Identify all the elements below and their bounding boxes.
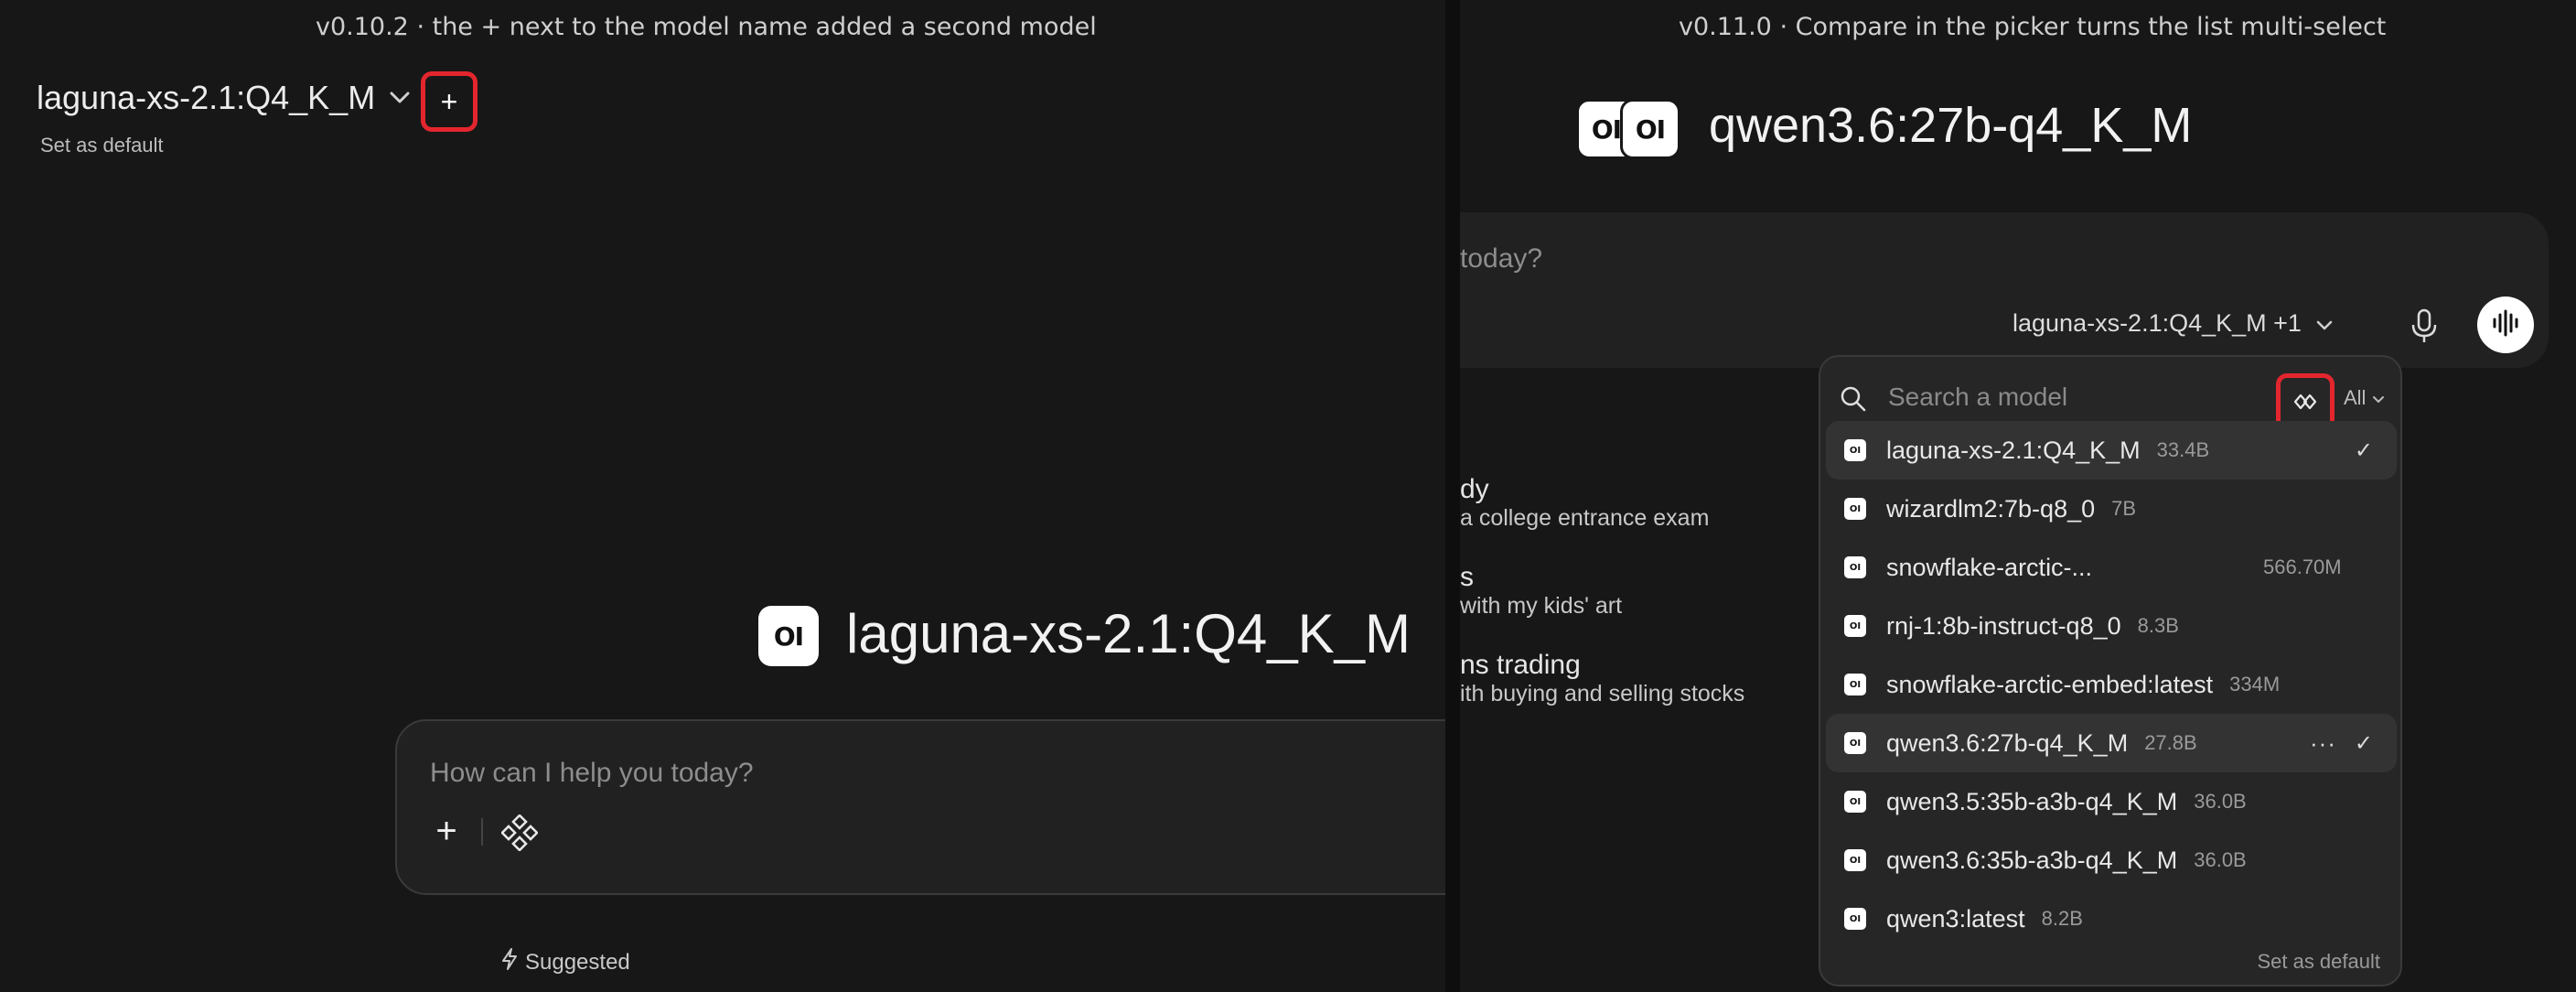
model-name: qwen3.5:35b-a3b-q4_K_M bbox=[1886, 787, 2178, 815]
suggestion-title: dy bbox=[1460, 474, 1489, 504]
lightning-icon bbox=[501, 948, 518, 976]
model-logo-icon: OI bbox=[1844, 908, 1866, 930]
right-caption: v0.11.0 · Compare in the picker turns th… bbox=[1679, 13, 2387, 41]
attach-plus-button[interactable]: + bbox=[428, 813, 465, 849]
waveform-icon bbox=[2491, 309, 2520, 341]
set-as-default-link[interactable]: Set as default bbox=[40, 134, 164, 157]
model-name: qwen3:latest bbox=[1886, 904, 2025, 933]
model-list-item[interactable]: OI qwen3.5:35b-a3b-q4_K_M 36.0B bbox=[1826, 772, 2397, 831]
model-list-item[interactable]: OI wizardlm2:7b-q8_0 7B bbox=[1826, 480, 2397, 538]
model-name: rnj-1:8b-instruct-q8_0 bbox=[1886, 611, 2121, 640]
model-name: laguna-xs-2.1:Q4_K_M bbox=[1886, 436, 2141, 464]
suggestion-subtitle: ith buying and selling stocks bbox=[1460, 681, 1745, 706]
model-logo-icon: OI bbox=[1844, 849, 1866, 871]
model-picker-label: laguna-xs-2.1:Q4_K_M +1 bbox=[2012, 309, 2302, 337]
model-size: 8.2B bbox=[2041, 907, 2083, 930]
model-list-item[interactable]: OI qwen3.6:27b-q4_K_M 27.8B ··· ✓ bbox=[1826, 714, 2397, 772]
model-size: 33.4B bbox=[2156, 438, 2210, 461]
suggestion-item[interactable]: ns trading ith buying and selling stocks bbox=[1460, 650, 1744, 707]
model-logo-icon: OI bbox=[1844, 556, 1866, 578]
more-options-icon[interactable]: ··· bbox=[2310, 729, 2336, 758]
model-name: snowflake-arctic-embed:latest bbox=[1886, 670, 2214, 698]
chevron-down-icon bbox=[2372, 386, 2385, 409]
suggestion-item[interactable]: s with my kids' art bbox=[1460, 562, 1622, 620]
suggestion-subtitle: with my kids' art bbox=[1460, 593, 1623, 619]
model-selector-label: laguna-xs-2.1:Q4_K_M bbox=[37, 79, 376, 116]
filter-label: All bbox=[2344, 386, 2367, 409]
model-logo-icon: OI bbox=[1844, 674, 1866, 695]
model-name: snowflake-arctic-... bbox=[1886, 553, 2093, 581]
model-size: 7B bbox=[2111, 497, 2137, 520]
chevron-down-icon bbox=[2316, 309, 2333, 338]
model-search[interactable]: Search a model All bbox=[1839, 373, 2388, 434]
model-logo-icon: OI bbox=[1620, 99, 1680, 159]
microphone-icon[interactable] bbox=[2408, 307, 2441, 344]
model-name: qwen3.6:35b-a3b-q4_K_M bbox=[1886, 846, 2178, 874]
model-picker-button[interactable]: laguna-xs-2.1:Q4_K_M +1 bbox=[2012, 309, 2333, 338]
left-caption: v0.10.2 · the + next to the model name a… bbox=[316, 13, 1097, 41]
model-list-item[interactable]: OI laguna-xs-2.1:Q4_K_M 33.4B ✓ bbox=[1826, 421, 2397, 480]
right-panel: v0.11.0 · Compare in the picker turns th… bbox=[1460, 0, 2576, 992]
model-logo-icon: OI bbox=[1844, 498, 1866, 520]
model-list-item[interactable]: OI snowflake-arctic-... 566.70M bbox=[1826, 538, 2397, 597]
model-size: 8.3B bbox=[2137, 614, 2179, 637]
search-input[interactable]: Search a model bbox=[1888, 383, 2067, 412]
set-as-default-link[interactable]: Set as default bbox=[2257, 950, 2380, 974]
checkmark-icon: ✓ bbox=[2354, 730, 2373, 756]
model-size: 27.8B bbox=[2144, 731, 2197, 754]
model-picker-dropdown: Search a model All OI laguna-xs-2.1:Q4_K… bbox=[1819, 355, 2402, 987]
model-logo-icon: OI bbox=[758, 606, 819, 666]
composer-placeholder[interactable]: today? bbox=[1460, 243, 1542, 275]
model-logo-icon: OI bbox=[1844, 791, 1866, 813]
model-size: 566.70M bbox=[2263, 555, 2342, 578]
chevron-down-icon bbox=[390, 86, 410, 110]
model-list-item[interactable]: OI snowflake-arctic-embed:latest 334M bbox=[1826, 655, 2397, 714]
model-size: 36.0B bbox=[2194, 790, 2247, 813]
filter-dropdown[interactable]: All bbox=[2344, 386, 2385, 410]
panel-divider bbox=[1445, 0, 1460, 992]
model-name: wizardlm2:7b-q8_0 bbox=[1886, 494, 2096, 523]
model-list-item[interactable]: OI rnj-1:8b-instruct-q8_0 8.3B bbox=[1826, 597, 2397, 655]
model-logo-icon: OI bbox=[1844, 615, 1866, 637]
model-list: OI laguna-xs-2.1:Q4_K_M 33.4B ✓ OI wizardlm2:… bbox=[1826, 421, 2397, 948]
model-size: 36.0B bbox=[2194, 848, 2247, 871]
suggested-heading: Suggested bbox=[501, 948, 630, 976]
model-title: laguna-xs-2.1:Q4_K_M bbox=[846, 603, 1411, 664]
composer-placeholder[interactable]: How can I help you today? bbox=[430, 758, 754, 789]
model-logo-icon: OI bbox=[1844, 439, 1866, 461]
left-panel: v0.10.2 · the + next to the model name a… bbox=[0, 0, 1445, 992]
suggestion-item[interactable]: dy a college entrance exam bbox=[1460, 474, 1709, 532]
model-size: 334M bbox=[2229, 673, 2281, 695]
model-name: qwen3.6:27b-q4_K_M bbox=[1886, 728, 2129, 757]
chat-composer[interactable]: How can I help you today? + bbox=[395, 719, 1445, 895]
composer-divider bbox=[481, 818, 483, 846]
suggestion-subtitle: a college entrance exam bbox=[1460, 505, 1710, 531]
search-icon bbox=[1839, 384, 1868, 414]
checkmark-icon: ✓ bbox=[2354, 437, 2373, 463]
model-selector[interactable]: laguna-xs-2.1:Q4_K_M bbox=[37, 79, 410, 117]
voice-mode-button[interactable] bbox=[2477, 297, 2534, 353]
model-list-item[interactable]: OI qwen3.6:35b-a3b-q4_K_M 36.0B bbox=[1826, 831, 2397, 890]
tools-icon[interactable] bbox=[500, 814, 539, 852]
suggested-label: Suggested bbox=[525, 949, 630, 975]
model-logo-icon: OI bbox=[1844, 732, 1866, 754]
chat-composer[interactable]: today? laguna-xs-2.1:Q4_K_M +1 bbox=[1460, 212, 2549, 368]
compare-icon bbox=[2292, 393, 2318, 415]
model-title: qwen3.6:27b-q4_K_M bbox=[1709, 98, 2193, 153]
suggestion-title: ns trading bbox=[1460, 650, 1581, 680]
model-logos: OI OI bbox=[1576, 99, 1680, 159]
add-model-button[interactable]: + bbox=[421, 71, 478, 132]
suggestion-title: s bbox=[1460, 562, 1474, 592]
model-list-item[interactable]: OI qwen3:latest 8.2B bbox=[1826, 890, 2397, 948]
